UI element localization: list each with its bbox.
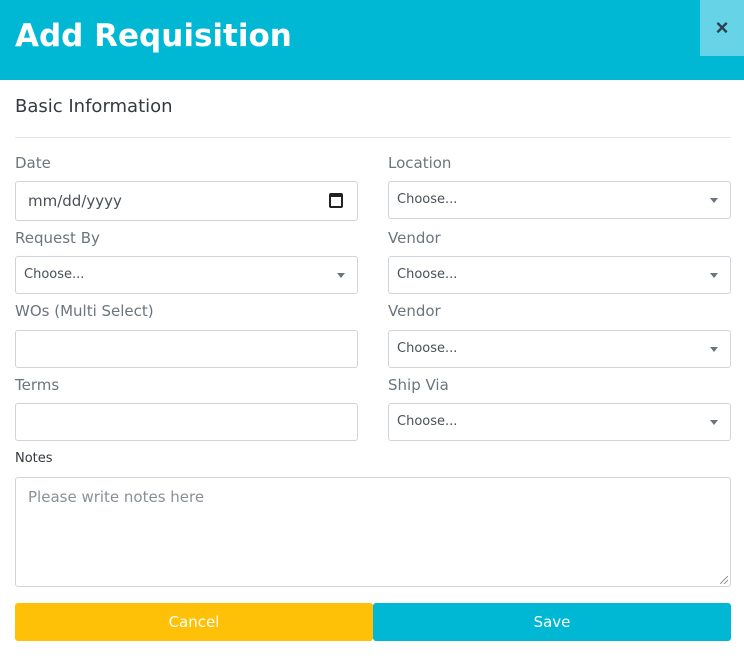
modal-title: Add Requisition [15, 18, 292, 54]
date-label: Date [15, 154, 51, 172]
chevron-down-icon [710, 347, 718, 352]
section-title: Basic Information [15, 96, 173, 117]
wos-label: WOs (Multi Select) [15, 302, 154, 320]
modal-header: Add Requisition × [0, 0, 744, 80]
calendar-icon[interactable] [329, 193, 343, 208]
vendor-2-select[interactable]: Choose... [388, 330, 731, 368]
chevron-down-icon [710, 198, 718, 203]
chevron-down-icon [710, 273, 718, 278]
vendor-label: Vendor [388, 229, 441, 247]
chevron-down-icon [337, 273, 345, 278]
date-input[interactable]: mm/dd/yyyy [15, 181, 358, 221]
ship-via-value: Choose... [397, 414, 458, 429]
save-button[interactable]: Save [373, 603, 731, 641]
cancel-button[interactable]: Cancel [15, 603, 373, 641]
request-by-select[interactable]: Choose... [15, 256, 358, 294]
close-button[interactable]: × [700, 0, 744, 56]
request-by-label: Request By [15, 229, 100, 247]
location-value: Choose... [397, 192, 458, 207]
date-value: mm/dd/yyyy [28, 192, 122, 210]
wos-input[interactable] [15, 330, 358, 368]
location-select[interactable]: Choose... [388, 181, 731, 219]
location-label: Location [388, 154, 452, 172]
notes-label: Notes [15, 451, 53, 466]
chevron-down-icon [710, 420, 718, 425]
vendor-value: Choose... [397, 267, 458, 282]
terms-input[interactable] [15, 403, 358, 441]
divider [15, 137, 731, 138]
vendor-select[interactable]: Choose... [388, 256, 731, 294]
notes-textarea[interactable]: Please write notes here [15, 477, 731, 587]
terms-label: Terms [15, 376, 60, 394]
vendor-2-label: Vendor [388, 302, 441, 320]
ship-via-select[interactable]: Choose... [388, 403, 731, 441]
notes-placeholder: Please write notes here [28, 488, 205, 506]
ship-via-label: Ship Via [388, 376, 449, 394]
vendor-2-value: Choose... [397, 341, 458, 356]
request-by-value: Choose... [24, 267, 85, 282]
resize-handle-icon[interactable] [720, 576, 728, 584]
close-icon: × [715, 15, 729, 40]
